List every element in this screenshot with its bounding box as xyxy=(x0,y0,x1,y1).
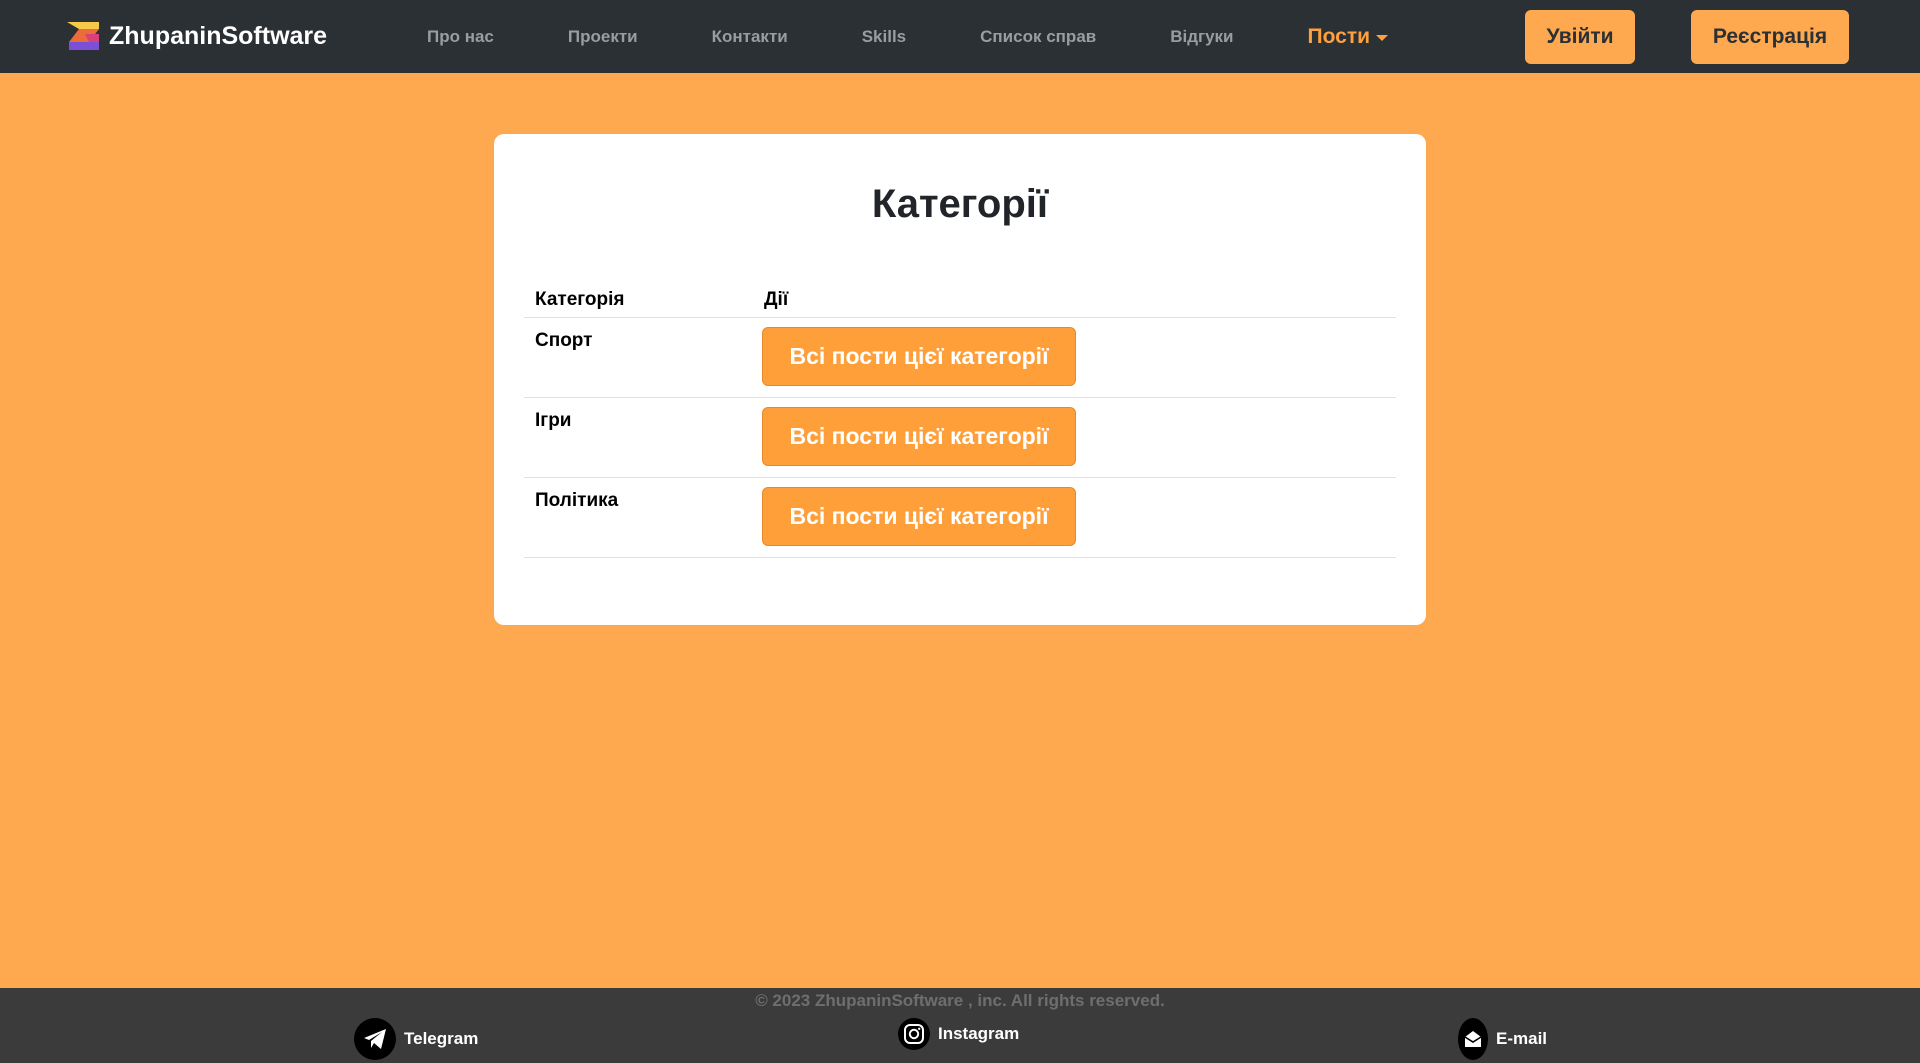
nav-item-contacts[interactable]: Контакти xyxy=(675,27,825,47)
email-label: E-mail xyxy=(1496,1029,1548,1048)
register-button[interactable]: Реєстрація xyxy=(1691,10,1849,64)
brand-logo-icon xyxy=(67,22,99,50)
email-link[interactable]: E-mail xyxy=(1458,1018,1547,1060)
table-row: Спорт Всі пости цієї категорії xyxy=(524,318,1396,398)
table-row: Ігри Всі пости цієї категорії xyxy=(524,398,1396,478)
nav-links: Про нас Проекти Контакти Skills Список с… xyxy=(390,0,1425,73)
category-name: Спорт xyxy=(535,330,593,351)
navbar: ZhupaninSoftware Про нас Проекти Контакт… xyxy=(0,0,1920,73)
brand-name: ZhupaninSoftware xyxy=(109,21,328,50)
instagram-icon xyxy=(898,1018,930,1050)
view-category-posts-button[interactable]: Всі пости цієї категорії xyxy=(762,487,1076,546)
brand-link[interactable]: ZhupaninSoftware xyxy=(65,20,327,52)
column-header-actions: Дії xyxy=(764,289,789,310)
telegram-label: Telegram xyxy=(404,1029,479,1048)
view-category-posts-button[interactable]: Всі пости цієї категорії xyxy=(762,407,1076,466)
email-icon xyxy=(1458,1018,1488,1060)
telegram-link[interactable]: Telegram xyxy=(354,1018,478,1060)
copyright-text: © 2023 ZhupaninSoftware , inc. All right… xyxy=(755,991,1165,1010)
nav-item-todo[interactable]: Список справ xyxy=(943,27,1133,47)
login-button[interactable]: Увійти xyxy=(1525,10,1635,64)
column-header-category: Категорія xyxy=(535,289,625,310)
nav-item-skills[interactable]: Skills xyxy=(825,27,943,47)
instagram-label: Instagram xyxy=(938,1024,1020,1043)
nav-item-projects[interactable]: Проекти xyxy=(531,27,675,47)
category-name: Ігри xyxy=(535,410,572,431)
chevron-down-icon xyxy=(1376,34,1389,41)
page-title: Категорії xyxy=(871,182,1049,226)
view-category-posts-button[interactable]: Всі пости цієї категорії xyxy=(762,327,1076,386)
nav-item-reviews[interactable]: Відгуки xyxy=(1133,27,1270,47)
category-name: Політика xyxy=(535,490,619,511)
nav-dropdown-posts[interactable]: Пости xyxy=(1271,25,1426,49)
table-header-row: Категорія Дії xyxy=(524,274,1396,318)
categories-card: Категорії Категорія Дії Спорт Всі пости … xyxy=(494,134,1426,625)
telegram-icon xyxy=(354,1018,396,1060)
categories-table: Категорія Дії Спорт Всі пости цієї катег… xyxy=(524,274,1396,558)
nav-item-about[interactable]: Про нас xyxy=(390,27,531,47)
instagram-link[interactable]: Instagram xyxy=(898,1018,1019,1050)
footer: © 2023 ZhupaninSoftware , inc. All right… xyxy=(0,988,1920,1063)
nav-dropdown-posts-label: Пости xyxy=(1307,24,1371,48)
table-row: Політика Всі пости цієї категорії xyxy=(524,478,1396,558)
